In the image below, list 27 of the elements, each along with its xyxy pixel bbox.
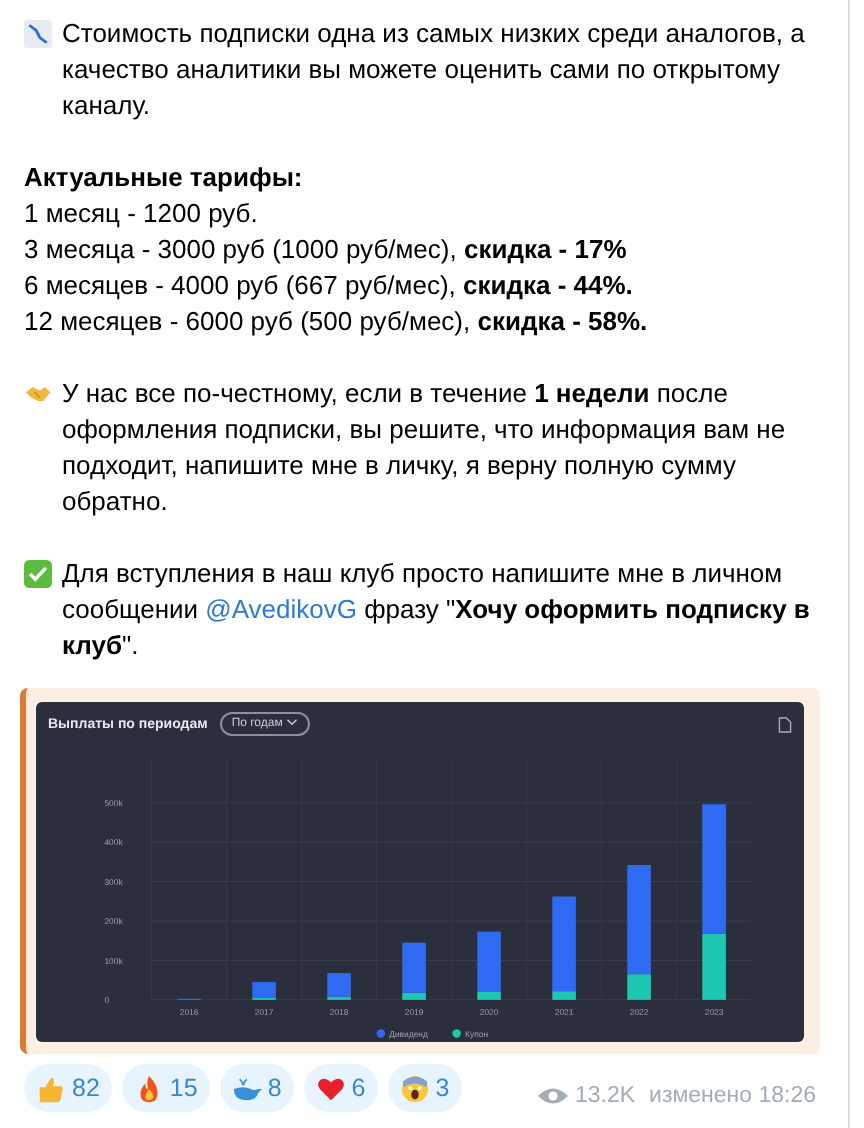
tariff-line: 3 месяца - 3000 руб (1000 руб/мес), скидка - 17% <box>24 232 629 268</box>
heart-icon <box>315 1073 346 1103</box>
intro-text: Стоимость подписки одна из самых низких среди аналогов, а качество аналитики вы можете оценить сами по открытому каналу. <box>62 16 807 124</box>
view-count: 13.2K <box>574 1082 636 1112</box>
reaction-button[interactable]: 6 <box>303 1064 378 1112</box>
tariff-line: 1 месяц - 1200 руб. <box>24 196 260 232</box>
username-link[interactable]: @AvedikovG <box>205 594 357 624</box>
edited-time: изменено 18:26 <box>649 1082 816 1112</box>
reaction-button[interactable]: 82 <box>24 1064 112 1112</box>
reaction-button[interactable]: 3 <box>387 1064 462 1112</box>
chart-decreasing-icon <box>24 20 52 48</box>
eye-icon <box>538 1086 569 1106</box>
reaction-button[interactable]: 15 <box>121 1064 210 1112</box>
legend-dot <box>452 1029 461 1038</box>
chevron-down-icon <box>286 718 299 726</box>
join-text: Для вступления в наш клуб просто напишите мне в личном сообщении @AvedikovG фразу "Хочу оформить подписку в клуб". <box>62 556 812 664</box>
thumbs-up-icon <box>36 1073 66 1103</box>
tariff-line: 6 месяцев - 4000 руб (667 руб/мес), скидка - 44%. <box>24 268 635 304</box>
document-icon[interactable] <box>778 715 792 733</box>
guarantee-text: У нас все по-честному, если в течение 1 недели после оформления подписки, вы решите, что информация вам не подходит, напишите мне в личку, я верну полную сумму обратно. <box>62 376 788 520</box>
tariff-line: 12 месяцев - 6000 руб (500 руб/мес), скидка - 58%. <box>24 304 650 340</box>
screaming-face-icon <box>399 1073 430 1103</box>
reaction-button[interactable]: 8 <box>219 1064 294 1112</box>
whale-icon <box>231 1073 262 1103</box>
check-mark-icon <box>24 560 52 588</box>
tariffs-title: Актуальные тарифы: <box>24 160 305 196</box>
legend-dot <box>376 1029 385 1038</box>
